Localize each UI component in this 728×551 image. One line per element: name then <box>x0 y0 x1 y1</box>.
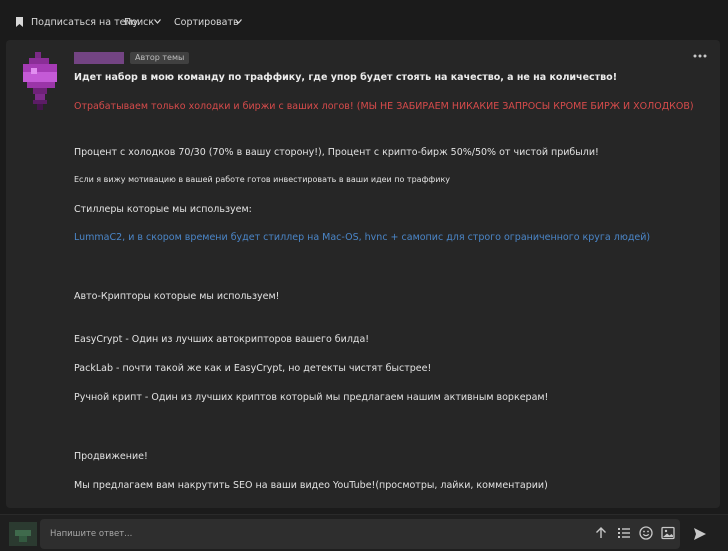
post-line: Мы предлагаем вам накрутить SEO на ваши … <box>74 480 548 491</box>
bookmark-icon[interactable] <box>16 17 23 27</box>
reply-placeholder: Напишите ответ... <box>50 529 133 539</box>
topic-toolbar: Подписаться на тему Поиск Сортировать <box>0 0 728 44</box>
chevron-down-icon[interactable] <box>235 19 242 24</box>
user-avatar <box>9 522 37 546</box>
reply-bar: Напишите ответ... <box>0 514 728 551</box>
post-link[interactable]: LummaC2, и в скором времени будет стилле… <box>74 232 650 243</box>
post-line: Процент с холодков 70/30 (70% в вашу сто… <box>74 147 599 158</box>
avatar[interactable] <box>15 50 65 112</box>
list-icon[interactable] <box>617 526 631 540</box>
sort-button[interactable]: Сортировать <box>174 17 239 28</box>
forum-post: Автор темы Идет набор в мою команду по т… <box>6 40 720 508</box>
image-icon[interactable] <box>661 526 675 540</box>
emoji-icon[interactable] <box>639 526 653 540</box>
subscribe-button[interactable]: Подписаться на тему <box>31 17 138 28</box>
arrow-up-icon[interactable] <box>594 526 608 540</box>
post-line: Авто-Крипторы которые мы используем! <box>74 291 280 302</box>
post-headline: Идет набор в мою команду по траффику, гд… <box>74 72 618 83</box>
post-line: EasyCrypt - Один из лучших автокрипторов… <box>74 334 370 345</box>
more-options-icon[interactable] <box>693 54 707 58</box>
author-badge: Автор темы <box>130 52 190 64</box>
author-username[interactable] <box>74 52 124 64</box>
post-line: Если я вижу мотивацию в вашей работе гот… <box>74 175 451 184</box>
send-icon[interactable] <box>693 527 707 541</box>
chevron-down-icon[interactable] <box>154 19 161 24</box>
post-line: Продвижение! <box>74 451 148 462</box>
post-line: PackLab - почти такой же как и EasyCrypt… <box>74 363 432 374</box>
reply-input[interactable]: Напишите ответ... <box>40 519 680 549</box>
post-line: Отрабатываем только холодки и биржи с ва… <box>74 101 694 112</box>
post-line: Ручной крипт - Один из лучших криптов ко… <box>74 392 549 403</box>
search-button[interactable]: Поиск <box>124 17 154 28</box>
post-line: Стиллеры которые мы используем: <box>74 204 252 215</box>
